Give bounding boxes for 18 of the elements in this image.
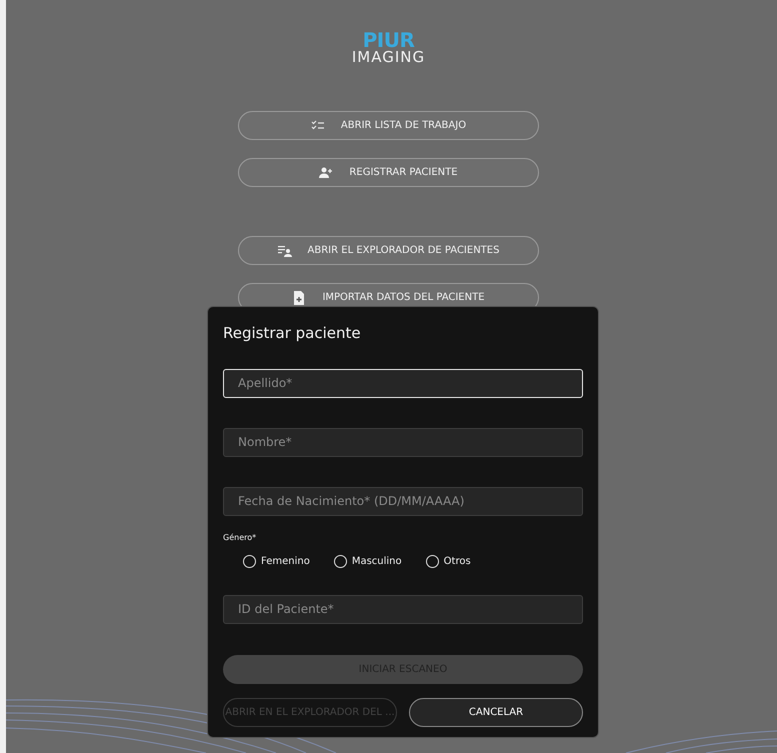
radio-option[interactable]: Masculino xyxy=(334,554,402,568)
radio-icon[interactable] xyxy=(334,554,347,568)
user-list-icon xyxy=(278,244,292,258)
menu-button[interactable]: ABRIR EL EXPLORADOR DE PACIENTES xyxy=(238,236,539,265)
dialog-title: Registrar paciente xyxy=(223,323,362,344)
radio-icon[interactable] xyxy=(426,554,439,568)
text-field[interactable]: Fecha de Nacimiento* (DD/MM/AAAA) xyxy=(223,486,583,516)
logo: PIUR IMAGING xyxy=(352,30,426,65)
radio-icon[interactable] xyxy=(243,554,256,568)
text-field[interactable]: Nombre* xyxy=(223,428,583,456)
add-user-icon xyxy=(319,166,334,180)
radio-option[interactable]: Otros xyxy=(426,554,471,568)
menu-button[interactable]: ABRIR LISTA DE TRABAJO xyxy=(238,111,539,140)
menu-button[interactable]: REGISTRAR PACIENTE xyxy=(238,158,539,187)
text-field[interactable]: ID del Paciente* xyxy=(223,594,583,624)
gender-label: Género* xyxy=(223,532,258,544)
radio-option[interactable]: Femenino xyxy=(243,554,310,568)
dialog-button[interactable]: CANCELAR xyxy=(409,698,583,726)
